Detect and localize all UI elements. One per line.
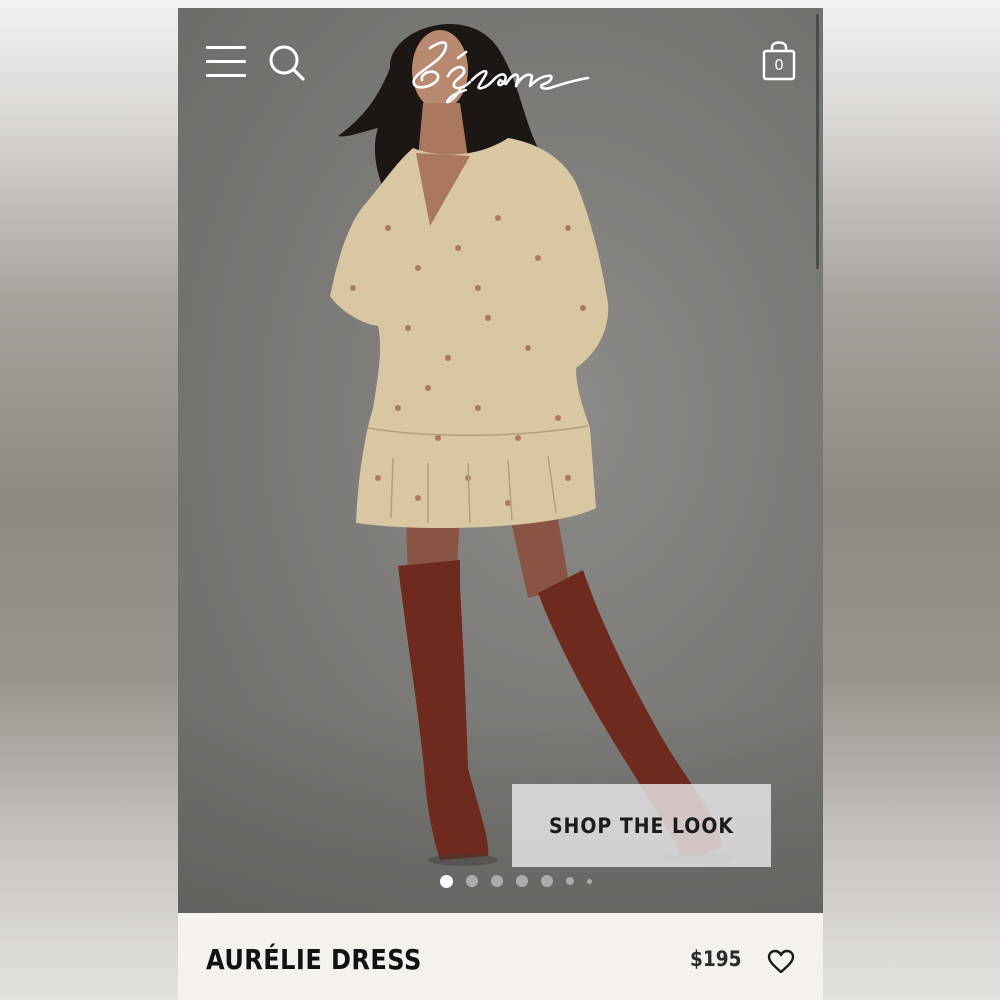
cart-count: 0 (774, 56, 784, 74)
page-scrollbar[interactable] (816, 14, 819, 269)
carousel-dots (440, 874, 592, 888)
carousel-dot-3[interactable] (491, 875, 503, 887)
carousel-dot-7[interactable] (587, 878, 592, 884)
carousel-dot-5[interactable] (541, 875, 553, 887)
dress (330, 138, 609, 528)
carousel-dot-2[interactable] (466, 875, 478, 887)
shopping-bag-icon[interactable]: 0 (761, 38, 797, 82)
product-name[interactable]: AURÉLIE DRESS (206, 943, 422, 976)
brand-logo[interactable] (400, 28, 600, 108)
carousel-dot-4[interactable] (516, 875, 528, 887)
model-illustration (330, 24, 733, 866)
phone-screen: 0 SHOP THE LOOK AURÉLIE DRESS $195 (178, 8, 823, 1000)
neck (418, 103, 468, 158)
left-boot (398, 560, 489, 860)
search-icon[interactable] (268, 44, 306, 82)
hamburger-menu-icon[interactable] (206, 44, 248, 80)
product-price: $195 (690, 947, 742, 971)
carousel-dot-6[interactable] (566, 877, 574, 885)
product-info-bar: AURÉLIE DRESS $195 (178, 913, 823, 1000)
heart-icon[interactable] (767, 949, 795, 975)
hero-image[interactable]: 0 SHOP THE LOOK (178, 8, 823, 913)
carousel-dot-1[interactable] (440, 874, 453, 888)
shop-the-look-button[interactable]: SHOP THE LOOK (512, 784, 771, 867)
